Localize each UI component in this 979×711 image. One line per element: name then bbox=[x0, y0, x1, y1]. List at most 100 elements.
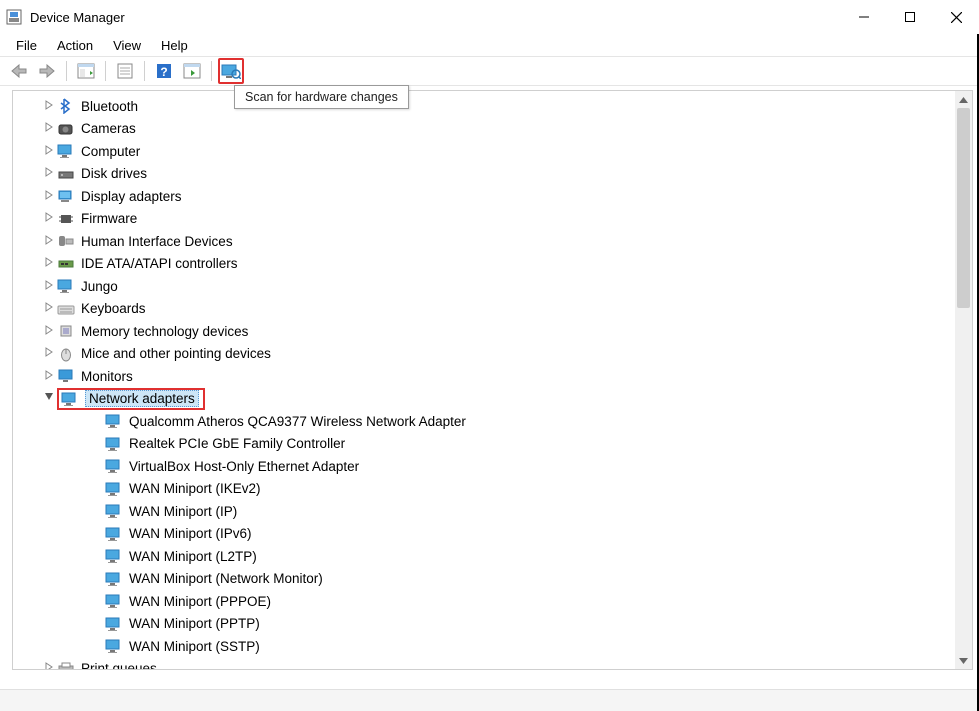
expand-icon[interactable] bbox=[43, 190, 55, 203]
tree-item-network-device[interactable]: WAN Miniport (PPTP) bbox=[13, 613, 972, 636]
menu-help[interactable]: Help bbox=[153, 36, 196, 55]
toolbar-separator bbox=[144, 61, 145, 81]
expand-icon[interactable] bbox=[43, 145, 55, 158]
maximize-button[interactable] bbox=[887, 0, 933, 34]
tree-item-network-device[interactable]: WAN Miniport (IPv6) bbox=[13, 523, 972, 546]
tree-item-label: Jungo bbox=[81, 279, 118, 294]
tree-item[interactable]: Memory technology devices bbox=[13, 320, 972, 343]
tree-item[interactable]: Monitors bbox=[13, 365, 972, 388]
tree-item-network-device[interactable]: WAN Miniport (Network Monitor) bbox=[13, 568, 972, 591]
show-hide-tree-button[interactable] bbox=[73, 58, 99, 84]
device-category-icon bbox=[57, 166, 75, 182]
tree-item-label: Mice and other pointing devices bbox=[81, 346, 271, 361]
expand-icon[interactable] bbox=[43, 347, 55, 360]
scan-hardware-button[interactable] bbox=[218, 58, 244, 84]
device-category-icon bbox=[57, 233, 75, 249]
device-category-icon bbox=[57, 278, 75, 294]
tree-item[interactable]: Mice and other pointing devices bbox=[13, 343, 972, 366]
tree-item-network-adapters[interactable]: Network adapters bbox=[13, 388, 972, 411]
back-button[interactable] bbox=[6, 58, 32, 84]
expand-icon[interactable] bbox=[43, 100, 55, 113]
device-category-icon bbox=[57, 211, 75, 227]
tree-item[interactable]: Human Interface Devices bbox=[13, 230, 972, 253]
tree-item-network-device[interactable]: Realtek PCIe GbE Family Controller bbox=[13, 433, 972, 456]
tree-item[interactable]: Disk drives bbox=[13, 163, 972, 186]
scroll-thumb[interactable] bbox=[957, 108, 970, 308]
tree-item[interactable]: Computer bbox=[13, 140, 972, 163]
device-tree-panel: Bluetooth Cameras Computer Disk drives Displ… bbox=[12, 90, 973, 670]
tree-item-label: WAN Miniport (L2TP) bbox=[129, 549, 257, 564]
tree-item-label: Monitors bbox=[81, 369, 133, 384]
tree-item-network-device[interactable]: WAN Miniport (L2TP) bbox=[13, 545, 972, 568]
menu-action[interactable]: Action bbox=[49, 36, 101, 55]
device-category-icon bbox=[57, 121, 75, 137]
tree-item-network-device[interactable]: WAN Miniport (IKEv2) bbox=[13, 478, 972, 501]
tree-item[interactable]: Bluetooth bbox=[13, 95, 972, 118]
tree-item[interactable]: Firmware bbox=[13, 208, 972, 231]
device-category-icon bbox=[57, 301, 75, 317]
expand-icon[interactable] bbox=[43, 302, 55, 315]
toolbar-separator bbox=[211, 61, 212, 81]
tree-item-label: Memory technology devices bbox=[81, 324, 248, 339]
tree-item-label: Bluetooth bbox=[81, 99, 138, 114]
expand-icon[interactable] bbox=[43, 280, 55, 293]
tree-item[interactable]: Jungo bbox=[13, 275, 972, 298]
tree-item-label: IDE ATA/ATAPI controllers bbox=[81, 256, 238, 271]
tree-item-label: Display adapters bbox=[81, 189, 182, 204]
tree-item-label: Disk drives bbox=[81, 166, 147, 181]
tree-item-network-device[interactable]: Qualcomm Atheros QCA9377 Wireless Networ… bbox=[13, 410, 972, 433]
expand-icon[interactable] bbox=[43, 167, 55, 180]
expand-icon[interactable] bbox=[43, 235, 55, 248]
tree-item[interactable]: Display adapters bbox=[13, 185, 972, 208]
menu-bar: File Action View Help bbox=[0, 34, 979, 56]
properties-button[interactable] bbox=[112, 58, 138, 84]
tree-item-print-queues[interactable]: Print queues bbox=[13, 658, 157, 671]
scroll-up-arrow[interactable] bbox=[955, 91, 972, 108]
tree-item[interactable]: Cameras bbox=[13, 118, 972, 141]
tree-item[interactable]: IDE ATA/ATAPI controllers bbox=[13, 253, 972, 276]
tree-item-label: Keyboards bbox=[81, 301, 146, 316]
device-tree[interactable]: Bluetooth Cameras Computer Disk drives Displ… bbox=[13, 91, 972, 670]
network-adapter-icon bbox=[105, 436, 123, 452]
device-category-icon bbox=[57, 143, 75, 159]
tree-item-label: VirtualBox Host-Only Ethernet Adapter bbox=[129, 459, 359, 474]
printer-icon bbox=[57, 661, 75, 670]
network-adapter-icon bbox=[105, 638, 123, 654]
tree-item-label: Cameras bbox=[81, 121, 136, 136]
scroll-down-arrow[interactable] bbox=[955, 652, 972, 669]
tree-item-label: WAN Miniport (IP) bbox=[129, 504, 237, 519]
tree-item-label: WAN Miniport (IPv6) bbox=[129, 526, 252, 541]
tooltip: Scan for hardware changes bbox=[234, 85, 409, 109]
tree-item-label: WAN Miniport (PPPOE) bbox=[129, 594, 271, 609]
tree-item-network-device[interactable]: WAN Miniport (SSTP) bbox=[13, 635, 972, 658]
menu-view[interactable]: View bbox=[105, 36, 149, 55]
device-category-icon bbox=[57, 346, 75, 362]
help-button[interactable]: ? bbox=[151, 58, 177, 84]
vertical-scrollbar[interactable] bbox=[955, 91, 972, 669]
device-category-icon bbox=[57, 323, 75, 339]
tree-item-network-device[interactable]: WAN Miniport (IP) bbox=[13, 500, 972, 523]
tree-item-network-device[interactable]: WAN Miniport (PPPOE) bbox=[13, 590, 972, 613]
network-adapter-icon bbox=[105, 548, 123, 564]
action-button[interactable] bbox=[179, 58, 205, 84]
menu-file[interactable]: File bbox=[8, 36, 45, 55]
window-title: Device Manager bbox=[30, 10, 125, 25]
network-adapter-icon bbox=[105, 526, 123, 542]
expand-icon[interactable] bbox=[43, 370, 55, 383]
forward-button[interactable] bbox=[34, 58, 60, 84]
device-category-icon bbox=[57, 98, 75, 114]
tree-item[interactable]: Keyboards bbox=[13, 298, 972, 321]
close-button[interactable] bbox=[933, 0, 979, 34]
network-adapter-icon bbox=[105, 593, 123, 609]
toolbar: ? Scan for hardware changes bbox=[0, 56, 979, 86]
tree-item-network-device[interactable]: VirtualBox Host-Only Ethernet Adapter bbox=[13, 455, 972, 478]
minimize-button[interactable] bbox=[841, 0, 887, 34]
network-adapter-icon bbox=[105, 503, 123, 519]
expand-icon[interactable] bbox=[43, 662, 55, 670]
expand-icon[interactable] bbox=[43, 212, 55, 225]
expand-icon[interactable] bbox=[43, 257, 55, 270]
expand-icon[interactable] bbox=[43, 122, 55, 135]
expand-icon[interactable] bbox=[43, 325, 55, 338]
collapse-icon[interactable] bbox=[43, 392, 55, 405]
network-adapter-icon bbox=[105, 481, 123, 497]
